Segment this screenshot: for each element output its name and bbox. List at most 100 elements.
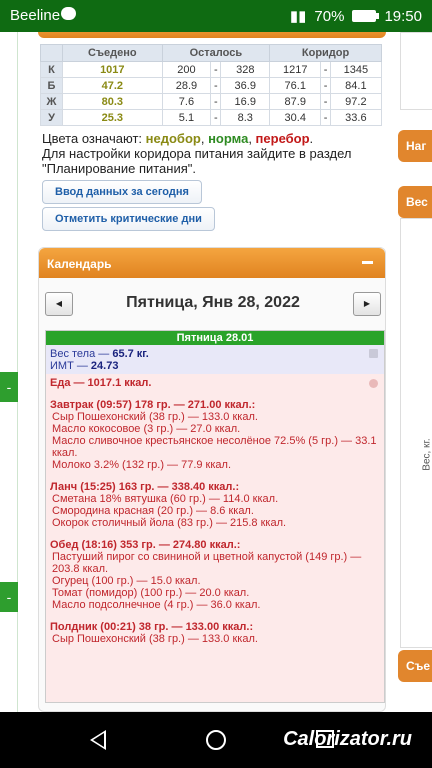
left-from: 200 bbox=[161, 61, 212, 78]
corridor-to: 97.2 bbox=[329, 93, 383, 110]
meal-breakfast: Завтрак (09:57) 178 гр. — 271.00 ккал.: … bbox=[50, 399, 380, 471]
meal-item: Сыр Пошехонский (38 гр.) — 133.0 ккал. bbox=[52, 411, 258, 423]
meal-title: Обед (18:16) 353 гр. — 274.80 ккал.: bbox=[50, 539, 241, 551]
eaten-value: 47.2 bbox=[62, 77, 163, 94]
meal-title: Завтрак (09:57) 178 гр. — 271.00 ккал.: bbox=[50, 399, 256, 411]
meal-snack: Полдник (00:21) 38 гр. — 133.00 ккал.: С… bbox=[50, 621, 380, 645]
dash: - bbox=[320, 109, 331, 126]
bmi-label: ИМТ — bbox=[50, 360, 91, 372]
meal-item: Масло подсолнечное (4 гр.) — 36.0 ккал. bbox=[52, 599, 261, 611]
right-tab-3[interactable]: Съе bbox=[398, 650, 432, 682]
right-column-edge: Наг Вес Вес, кг. Съе bbox=[398, 32, 432, 712]
header-corridor: Коридор bbox=[269, 44, 382, 62]
food-total: Еда — 1017.1 ккал. bbox=[50, 377, 152, 389]
header-empty bbox=[40, 44, 63, 62]
meal-item: Сметана 18% вятушка (60 гр.) — 114.0 кка… bbox=[52, 493, 279, 505]
page: - - Съедено Осталось Коридор К 1017 200 … bbox=[0, 32, 432, 712]
corridor-from: 87.9 bbox=[269, 93, 322, 110]
right-tab-1[interactable]: Наг bbox=[398, 130, 432, 162]
corridor-to: 1345 bbox=[329, 61, 383, 78]
left-from: 28.9 bbox=[161, 77, 212, 94]
dash: - bbox=[210, 77, 222, 94]
weight-value: 65.7 кг. bbox=[112, 348, 149, 360]
color-legend: Цвета означают: недобор, норма, перебор.… bbox=[42, 131, 382, 176]
corridor-to: 33.6 bbox=[329, 109, 383, 126]
legend-sep: , bbox=[200, 131, 209, 146]
status-bar: Beeline ▮▮ 70% 19:50 bbox=[0, 0, 432, 32]
meal-lunch: Ланч (15:25) 163 гр. — 338.40 ккал.: Сме… bbox=[50, 481, 380, 529]
legend-sep: , bbox=[248, 131, 256, 146]
brand-watermark: Calorizator.ru bbox=[283, 728, 412, 750]
main-column: Съедено Осталось Коридор К 1017 200 - 32… bbox=[34, 32, 390, 712]
meal-item: Масло кокосовое (3 гр.) — 27.0 ккал. bbox=[52, 423, 241, 435]
food-block: Еда — 1017.1 ккал. Завтрак (09:57) 178 г… bbox=[46, 374, 384, 648]
meal-item: Смородина красная (20 гр.) — 8.6 ккал. bbox=[52, 505, 254, 517]
back-icon[interactable] bbox=[90, 730, 106, 750]
battery-percent: 70% bbox=[314, 7, 345, 25]
legend-prefix: Цвета означают: bbox=[42, 131, 146, 146]
legend-under: недобор bbox=[145, 131, 201, 146]
enter-today-button[interactable]: Ввод данных за сегодня bbox=[42, 180, 202, 204]
dash: - bbox=[210, 93, 222, 110]
meal-title: Полдник (00:21) 38 гр. — 133.00 ккал.: bbox=[50, 621, 254, 633]
delete-icon[interactable] bbox=[369, 349, 378, 358]
food-icon[interactable] bbox=[369, 379, 378, 388]
right-tab-2[interactable]: Вес bbox=[398, 186, 432, 218]
right-axis-label: Вес, кг. bbox=[421, 438, 432, 471]
eaten-value: 25.3 bbox=[62, 109, 163, 126]
dash: - bbox=[320, 77, 331, 94]
meal-item: Огурец (100 гр.) — 15.0 ккал. bbox=[52, 575, 201, 587]
corridor-from: 76.1 bbox=[269, 77, 322, 94]
nutrition-table: Съедено Осталось Коридор К 1017 200 - 32… bbox=[40, 44, 383, 126]
dash: - bbox=[320, 93, 331, 110]
row-label: К bbox=[40, 61, 63, 78]
table-row: К 1017 200 - 328 1217 - 1345 bbox=[40, 61, 383, 78]
meal-dinner: Обед (18:16) 353 гр. — 274.80 ккал.: Пас… bbox=[50, 539, 380, 611]
top-panel-bar bbox=[38, 32, 386, 38]
eaten-value: 80.3 bbox=[62, 93, 163, 110]
legend-setup-text: Для настройки коридора питания зайдите в… bbox=[42, 146, 352, 176]
left-from: 5.1 bbox=[161, 109, 212, 126]
table-row: У 25.3 5.1 - 8.3 30.4 - 33.6 bbox=[40, 109, 383, 126]
battery-icon bbox=[352, 10, 380, 22]
collapse-icon[interactable] bbox=[362, 261, 373, 264]
table-row: Б 47.2 28.9 - 36.9 76.1 - 84.1 bbox=[40, 77, 383, 94]
row-label: У bbox=[40, 109, 63, 126]
status-right: ▮▮ 70% 19:50 bbox=[289, 7, 422, 26]
clock: 19:50 bbox=[384, 7, 422, 25]
meal-item: Томат (помидор) (100 гр.) — 20.0 ккал. bbox=[52, 587, 250, 599]
calendar-date-title: Пятница, Янв 28, 2022 bbox=[126, 294, 300, 311]
dash: - bbox=[210, 109, 222, 126]
meal-title: Ланч (15:25) 163 гр. — 338.40 ккал.: bbox=[50, 481, 240, 493]
bmi-value: 24.73 bbox=[90, 360, 119, 372]
calendar-title: Календарь bbox=[47, 257, 112, 271]
prev-day-button[interactable]: ◀ bbox=[45, 292, 73, 316]
mark-critical-days-button[interactable]: Отметить критические дни bbox=[42, 207, 215, 231]
eaten-value: 1017 bbox=[62, 61, 163, 78]
next-day-button[interactable]: ▶ bbox=[353, 292, 381, 316]
meal-item: Пастуший пирог со свининой и цветной кап… bbox=[52, 551, 362, 575]
corridor-from: 1217 bbox=[269, 61, 322, 78]
row-label: Б bbox=[40, 77, 63, 94]
left-to: 36.9 bbox=[220, 77, 271, 94]
legend-end: . bbox=[309, 131, 314, 146]
meal-item: Окорок столичный йола (83 гр.) — 215.8 к… bbox=[52, 517, 287, 529]
meal-item: Сыр Пошехонский (38 гр.) — 133.0 ккал. bbox=[52, 633, 258, 645]
meal-item: Молоко 3.2% (132 гр.) — 77.9 ккал. bbox=[52, 459, 232, 471]
legend-ok: норма bbox=[208, 131, 249, 146]
home-icon[interactable] bbox=[206, 730, 226, 750]
weight-block: Вес тела — 65.7 кг. ИМТ — 24.73 bbox=[46, 345, 384, 374]
message-icon bbox=[61, 7, 76, 20]
header-eaten: Съедено bbox=[62, 44, 163, 62]
signal-icon: ▮▮ bbox=[289, 8, 307, 25]
day-header: Пятница 28.01 bbox=[46, 331, 384, 345]
meal-item: Масло сливочное крестьянское несолёное 7… bbox=[52, 435, 377, 459]
left-to: 8.3 bbox=[220, 109, 271, 126]
dash: - bbox=[210, 61, 222, 78]
left-tab-minus-1[interactable]: - bbox=[0, 372, 18, 402]
carrier-name: Beeline bbox=[10, 7, 61, 24]
left-to: 16.9 bbox=[220, 93, 271, 110]
left-panel-edge: - - bbox=[0, 32, 18, 712]
row-label: Ж bbox=[40, 93, 63, 110]
left-tab-minus-2[interactable]: - bbox=[0, 582, 18, 612]
